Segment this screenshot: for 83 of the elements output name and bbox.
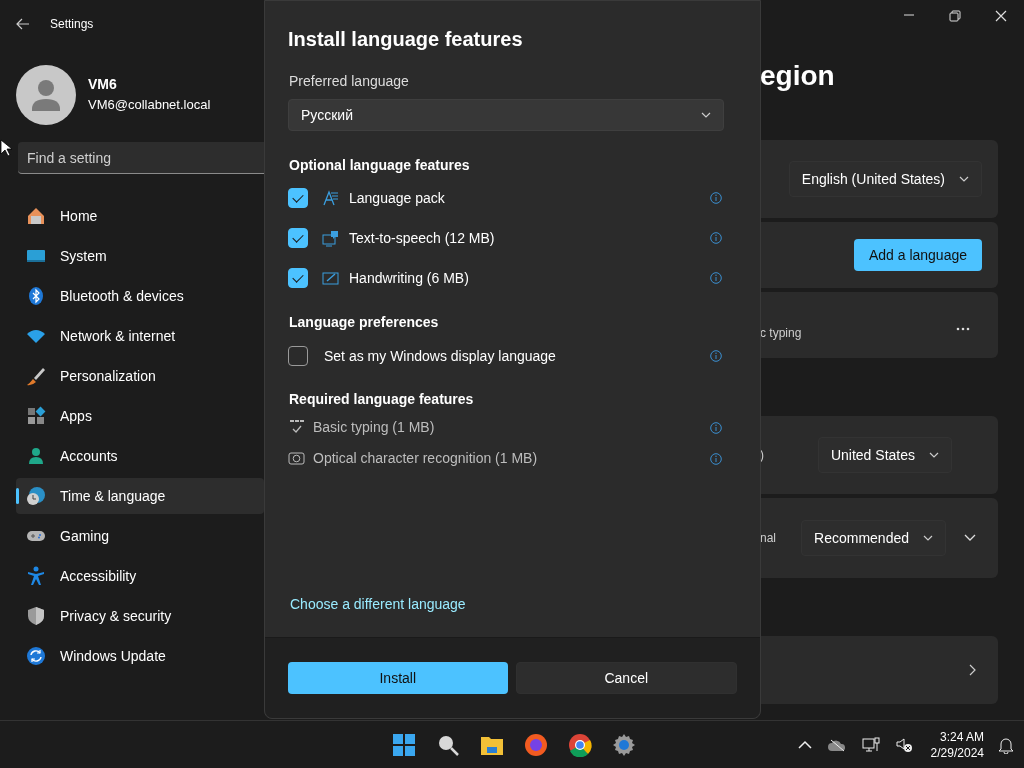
bluetooth-icon: [26, 286, 46, 306]
gear-icon[interactable]: [612, 733, 636, 757]
nav-item[interactable]: Bluetooth & devices: [16, 278, 264, 314]
checkbox[interactable]: [288, 188, 308, 208]
speech-icon: [322, 229, 339, 247]
browser-icon[interactable]: [568, 733, 592, 757]
back-button[interactable]: [16, 18, 30, 30]
window-title: Settings: [50, 16, 94, 33]
nav-item[interactable]: Accounts: [16, 438, 264, 474]
apps-icon: [26, 406, 46, 426]
nav-item[interactable]: Time & language: [16, 478, 264, 514]
start-icon[interactable]: [392, 733, 416, 757]
pen-icon: [322, 269, 339, 287]
clock-icon: [26, 486, 46, 506]
feature-label: Language pack: [349, 188, 445, 208]
feature-label: Text-to-speech (12 MB): [349, 228, 495, 248]
chevron-down-icon: [929, 452, 939, 458]
change-language-link[interactable]: Choose a different language: [290, 594, 466, 615]
person-icon: [26, 446, 46, 466]
dropdown[interactable]: Recommended: [801, 520, 946, 556]
preference-label: Set as my Windows display language: [324, 346, 556, 366]
nav-item[interactable]: Windows Update: [16, 638, 264, 674]
avatar: [16, 64, 76, 125]
language-icon: [322, 189, 339, 207]
clock-date[interactable]: 2/29/2024: [930, 744, 984, 761]
feature-label: Handwriting (6 MB): [349, 268, 469, 288]
chevron-up-icon[interactable]: [797, 739, 812, 750]
chevron-down-icon: [959, 176, 969, 182]
bell-icon[interactable]: [998, 735, 1014, 754]
dropdown[interactable]: English (United States): [788, 161, 982, 197]
nav-item[interactable]: Apps: [16, 398, 264, 434]
maximize-icon[interactable]: [949, 10, 961, 22]
chevron-down-icon[interactable]: [964, 534, 976, 542]
feature-label: Optical character recognition (1 MB): [313, 449, 538, 468]
card-text: nal: [760, 530, 776, 547]
volume-muted-icon[interactable]: [895, 736, 912, 753]
add-language-button[interactable]: Add a language: [853, 239, 982, 271]
nav-item[interactable]: Gaming: [16, 518, 264, 554]
close-icon[interactable]: [995, 10, 1007, 22]
dropdown[interactable]: United States: [817, 437, 952, 473]
checkbox[interactable]: [288, 346, 308, 366]
search-icon[interactable]: [436, 733, 460, 757]
account-name: VM6: [88, 75, 118, 95]
nav-item[interactable]: Home: [16, 198, 264, 234]
clock-time[interactable]: 3:24 AM: [930, 728, 984, 745]
section-heading: Language preferences: [289, 313, 440, 332]
accessibility-icon: [26, 566, 46, 586]
info-icon[interactable]: [710, 232, 722, 244]
home-icon: [26, 206, 46, 226]
camera-icon: [288, 450, 305, 467]
refresh-icon: [26, 646, 46, 666]
cloud-icon[interactable]: [827, 737, 846, 752]
chevron-right-icon[interactable]: [969, 664, 976, 676]
more-icon[interactable]: [956, 327, 970, 331]
chevron-down-icon: [923, 535, 933, 541]
dialog-title: Install language features: [288, 27, 524, 52]
brush-icon: [26, 366, 46, 386]
section-heading: Required language features: [289, 390, 475, 409]
nav-item[interactable]: Personalization: [16, 358, 264, 394]
nav-item[interactable]: Accessibility: [16, 558, 264, 594]
page-heading: egion: [760, 60, 835, 91]
nav-item[interactable]: Privacy & security: [16, 598, 264, 634]
cursor-icon: [0, 139, 12, 157]
field-label: Preferred language: [289, 72, 410, 91]
feature-label: Basic typing (1 MB): [313, 418, 435, 437]
language-dropdown[interactable]: Русский: [288, 99, 724, 131]
checkbox[interactable]: [288, 268, 308, 288]
install-button[interactable]: Install: [288, 662, 508, 694]
card-text: c typing: [760, 325, 802, 342]
network-icon[interactable]: [861, 736, 880, 753]
chevron-down-icon: [701, 112, 711, 118]
shield-icon: [26, 606, 46, 626]
info-icon[interactable]: [710, 272, 722, 284]
info-icon[interactable]: [710, 350, 722, 362]
nav-item[interactable]: System: [16, 238, 264, 274]
nav-item[interactable]: Network & internet: [16, 318, 264, 354]
info-icon[interactable]: [710, 421, 722, 434]
section-heading: Optional language features: [289, 156, 471, 175]
checkbox[interactable]: [288, 228, 308, 248]
info-icon[interactable]: [710, 192, 722, 204]
account-email: VM6@collabnet.local: [88, 96, 211, 115]
cancel-button[interactable]: Cancel: [515, 662, 737, 694]
info-icon[interactable]: [710, 452, 722, 465]
